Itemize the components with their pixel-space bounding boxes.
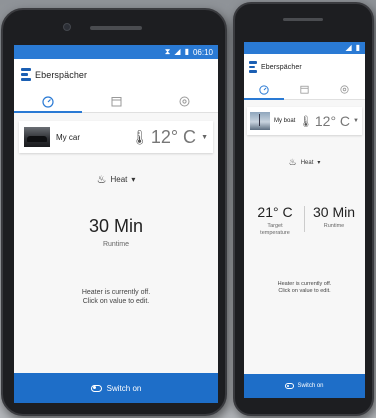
chevron-down-icon: ▾ xyxy=(131,175,136,184)
boat-thumbnail xyxy=(250,112,270,130)
mode-label: Heat xyxy=(300,159,314,166)
device-name: My car xyxy=(56,132,80,142)
temperature-value[interactable]: 12° C xyxy=(315,113,350,129)
device-card[interactable]: My car 🌡︎ 12° C ▼ xyxy=(19,121,213,153)
battery-icon: ▮ xyxy=(355,43,360,52)
tab-settings[interactable] xyxy=(325,80,365,99)
camera-icon xyxy=(63,23,71,31)
switch-on-label: Switch on xyxy=(106,383,142,393)
front-screen: ⧗ ◢ ▮ 06:10 Eberspächer My car 🌡︎ 12° C … xyxy=(14,45,218,403)
speaker-grille xyxy=(90,26,142,30)
tab-timer[interactable] xyxy=(82,91,150,112)
device-card[interactable]: My boat 🌡︎ 12° C ▼ xyxy=(247,107,362,135)
toggle-icon xyxy=(90,384,102,392)
thermometer-icon: 🌡︎ xyxy=(298,115,313,128)
runtime-label: Runtime xyxy=(323,223,345,229)
eberspaecher-logo-icon xyxy=(249,61,257,73)
status-bar: ◢ ▮ xyxy=(244,42,365,54)
calendar-icon xyxy=(300,85,309,94)
switch-on-button[interactable]: Switch on xyxy=(244,374,365,398)
info-line-1: Heater is currently off. xyxy=(277,281,332,287)
brand-name: Eberspächer xyxy=(261,63,302,71)
info-line-2: Click on value to edit. xyxy=(82,298,150,305)
temperature-value[interactable]: 12° C xyxy=(151,127,196,148)
back-screen: ◢ ▮ Eberspächer My boat 🌡︎ 12° C ▼ ♨ Hea… xyxy=(244,42,365,398)
target-temperature-value[interactable]: 21° C xyxy=(246,204,304,220)
target-temperature[interactable]: 21° C Target temperature xyxy=(246,204,304,237)
chevron-down-icon: ▾ xyxy=(317,160,321,166)
front-phone: ⧗ ◢ ▮ 06:10 Eberspächer My car 🌡︎ 12° C … xyxy=(1,8,227,416)
status-info: Heater is currently off. Click on value … xyxy=(244,281,365,295)
heat-icon: ♨ xyxy=(96,174,107,186)
status-time: 06:10 xyxy=(192,47,213,57)
mode-selector[interactable]: ♨ Heat ▾ xyxy=(14,173,218,186)
toggle-icon xyxy=(285,383,295,389)
tab-control[interactable] xyxy=(244,80,285,100)
chevron-down-icon[interactable]: ▼ xyxy=(201,134,208,141)
mode-label: Heat xyxy=(110,175,128,184)
app-bar: Eberspächer xyxy=(14,59,218,91)
runtime-value[interactable]: 30 Min xyxy=(305,204,363,220)
speedometer-icon xyxy=(42,95,54,108)
tab-bar xyxy=(244,80,365,100)
battery-icon: ▮ xyxy=(184,47,189,56)
value-panel: 21° C Target temperature 30 Min Runtime xyxy=(244,204,365,237)
info-line-1: Heater is currently off. xyxy=(81,289,151,296)
target-temperature-label: Target temperature xyxy=(246,223,304,237)
app-bar: Eberspächer xyxy=(244,54,365,80)
mode-selector[interactable]: ♨ Heat ▾ xyxy=(244,157,365,168)
device-name: My boat xyxy=(274,118,296,124)
speaker-grille xyxy=(283,18,323,21)
target-label-line-1: Target xyxy=(267,223,283,229)
target-label-line-2: temperature xyxy=(260,230,290,236)
eberspaecher-logo-icon xyxy=(21,68,31,82)
switch-on-label: Switch on xyxy=(297,383,324,389)
signal-icon: ◢ xyxy=(174,47,181,56)
back-phone: ◢ ▮ Eberspächer My boat 🌡︎ 12° C ▼ ♨ Hea… xyxy=(233,2,374,416)
tab-settings[interactable] xyxy=(150,91,218,112)
vibrate-icon: ⧗ xyxy=(164,47,171,56)
brand-name: Eberspächer xyxy=(35,70,88,80)
car-thumbnail xyxy=(24,127,50,147)
info-line-2: Click on value to edit. xyxy=(278,288,331,294)
heat-icon: ♨ xyxy=(288,157,297,167)
runtime[interactable]: 30 Min Runtime xyxy=(305,204,363,237)
tab-bar xyxy=(14,91,218,113)
settings-icon xyxy=(179,96,189,107)
speedometer-icon xyxy=(259,84,269,95)
switch-on-button[interactable]: Switch on xyxy=(14,373,218,403)
signal-icon: ◢ xyxy=(345,43,352,52)
runtime-label: Runtime xyxy=(102,241,130,248)
tab-timer[interactable] xyxy=(284,80,324,99)
runtime-value[interactable]: 30 Min xyxy=(14,216,218,237)
status-bar: ⧗ ◢ ▮ 06:10 xyxy=(14,45,218,59)
settings-icon xyxy=(340,85,349,94)
status-info: Heater is currently off. Click on value … xyxy=(14,288,218,306)
thermometer-icon: 🌡︎ xyxy=(131,128,149,145)
tab-control[interactable] xyxy=(14,91,82,113)
chevron-down-icon[interactable]: ▼ xyxy=(353,118,359,124)
calendar-icon xyxy=(111,97,121,107)
